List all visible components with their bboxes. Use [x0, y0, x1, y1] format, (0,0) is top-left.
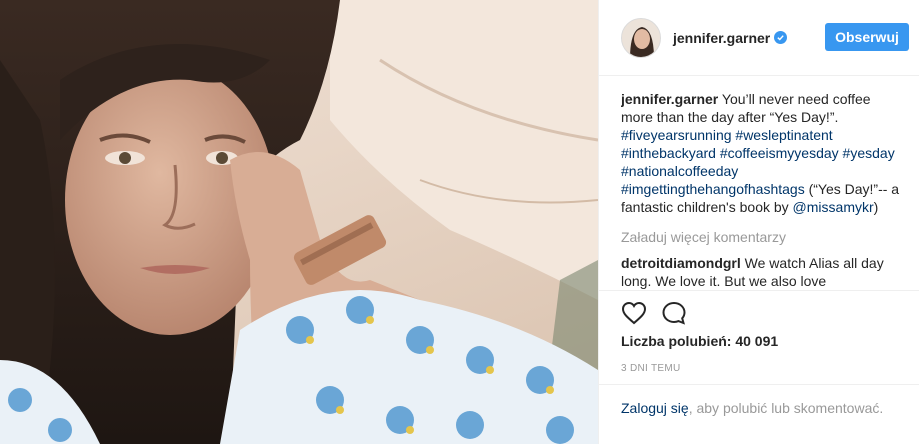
avatar-image: [622, 18, 660, 57]
likes-count[interactable]: Liczba polubień: 40 091: [621, 333, 778, 349]
heart-icon[interactable]: [621, 301, 647, 325]
hashtag-link[interactable]: #imgettingthehangofhashtags: [621, 181, 805, 197]
hashtag-link[interactable]: #fiveyearsrunning: [621, 127, 732, 143]
hashtag-link[interactable]: #yesday: [843, 145, 895, 161]
load-more-comments-link[interactable]: Załaduj więcej komentarzy: [621, 228, 901, 246]
login-link[interactable]: Zaloguj się: [621, 400, 689, 416]
post-timestamp[interactable]: 3 DNI TEMU: [621, 363, 681, 374]
hashtag-link[interactable]: #inthebackyard: [621, 145, 716, 161]
login-prompt-text: , aby polubić lub skomentować.: [688, 400, 884, 416]
comment-author[interactable]: detroitdiamondgrl: [621, 255, 741, 271]
verified-badge-icon: [774, 31, 788, 44]
hashtag-link[interactable]: #wesleptinatent: [735, 127, 832, 143]
avatar[interactable]: [621, 17, 661, 58]
caption: jennifer.garner You’ll never need coffee…: [621, 90, 901, 216]
post-photo[interactable]: [0, 0, 598, 444]
post-actions: [599, 290, 919, 334]
post-photo-illustration: [0, 0, 598, 444]
mention-link[interactable]: @missamykr: [793, 199, 874, 215]
post-header: jennifer.garner Obserwuj: [599, 0, 919, 76]
follow-button[interactable]: Obserwuj: [825, 23, 909, 51]
likes-label: Liczba polubień:: [621, 333, 732, 349]
caption-author[interactable]: jennifer.garner: [621, 91, 718, 107]
likes-number: 40 091: [735, 333, 779, 349]
comment: detroitdiamondgrl We watch Alias all day…: [621, 254, 901, 290]
caption-text-end: ): [873, 199, 879, 215]
comments-section: jennifer.garner You’ll never need coffee…: [621, 90, 901, 300]
login-prompt: Zaloguj się, aby polubić lub skomentować…: [599, 384, 919, 444]
hashtag-link[interactable]: #nationalcoffeeday: [621, 163, 738, 179]
comment-icon[interactable]: [661, 301, 687, 325]
username[interactable]: jennifer.garner: [673, 30, 770, 46]
post-side-panel: jennifer.garner Obserwuj jennifer.garner…: [598, 0, 919, 444]
hashtag-link[interactable]: #coffeeismyyesday: [720, 145, 839, 161]
